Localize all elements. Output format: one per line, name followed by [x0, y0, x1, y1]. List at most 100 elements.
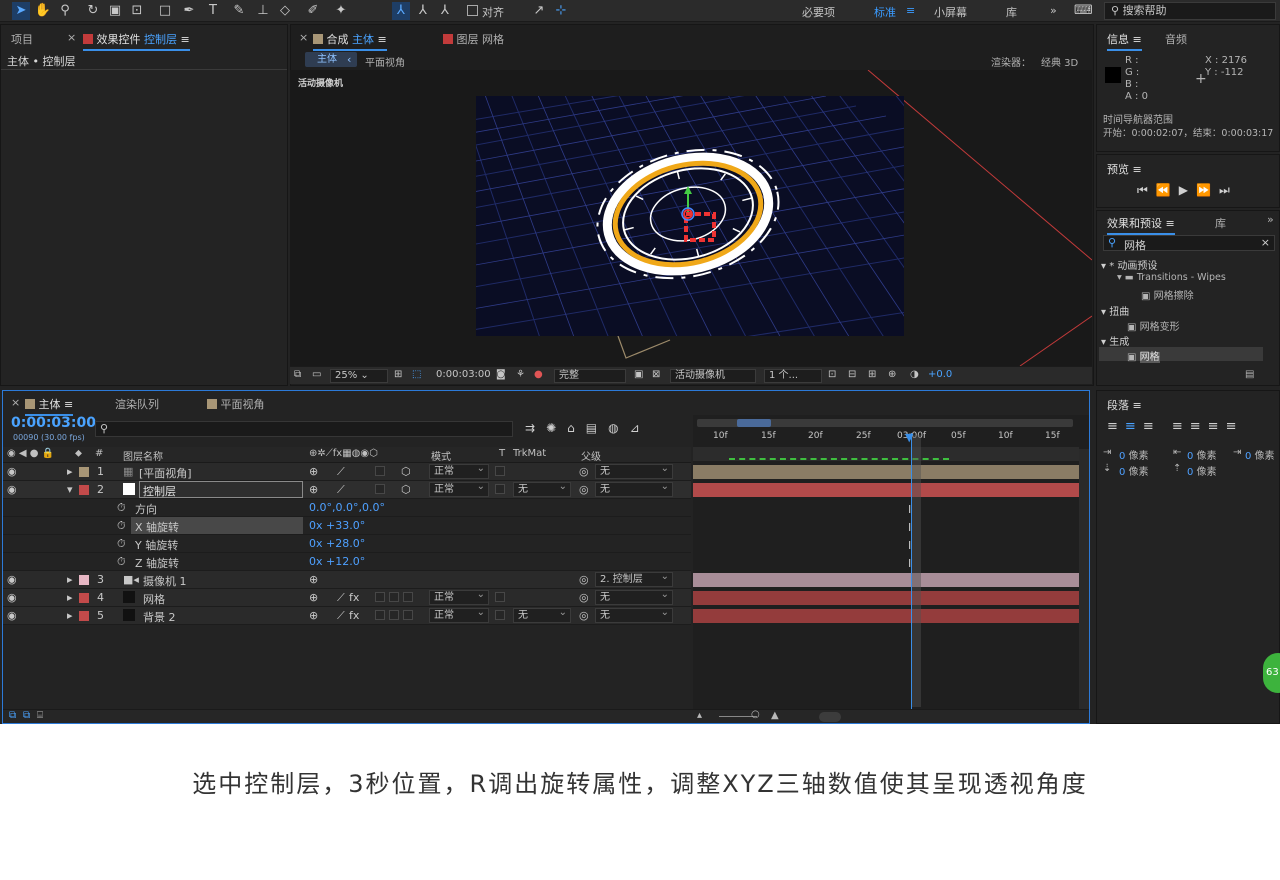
property-row[interactable]: ⏱ X 轴旋转 0x +33.0°: [3, 517, 691, 535]
eye-icon[interactable]: ◉: [7, 609, 17, 622]
tab-effects-presets[interactable]: 效果和预设 ≡: [1107, 215, 1175, 235]
show-snapshot-icon[interactable]: ⚘: [516, 369, 525, 380]
layer-bar-grid[interactable]: [693, 591, 1079, 605]
layer-bar-flat-view[interactable]: [693, 465, 1079, 479]
indent-first-value[interactable]: 0 像素: [1245, 447, 1275, 462]
label-color[interactable]: [79, 485, 89, 495]
pickwhip-icon[interactable]: ◎: [579, 465, 589, 478]
vertical-scrollbar[interactable]: [1079, 449, 1089, 709]
timeline-icon[interactable]: ⊞: [868, 369, 876, 380]
work-area-bar[interactable]: [693, 447, 1079, 461]
switch-box[interactable]: [375, 466, 385, 476]
snap-options-icon[interactable]: ↗: [530, 2, 548, 20]
clone-stamp-tool-icon[interactable]: ⊥: [254, 2, 272, 20]
tab-layer[interactable]: 图层 网格: [443, 31, 504, 47]
expand-arrow-icon[interactable]: ▸: [67, 591, 73, 604]
playhead-handle-icon[interactable]: ▼: [905, 431, 913, 444]
clear-search-icon[interactable]: ×: [1261, 236, 1270, 249]
roto-brush-tool-icon[interactable]: ✐: [304, 2, 322, 20]
tab-project[interactable]: 项目: [11, 31, 33, 47]
layer-name[interactable]: 网格: [143, 591, 165, 607]
pickwhip-icon[interactable]: ◎: [579, 591, 589, 604]
reset-exposure-icon[interactable]: ◑: [910, 369, 919, 380]
composition-viewport[interactable]: 活动摄像机: [290, 70, 1092, 366]
collapse-arrow-icon[interactable]: ▾: [67, 483, 73, 496]
tab-close-icon[interactable]: ×: [11, 396, 20, 409]
quality-switch-icon[interactable]: ⟋: [337, 483, 345, 497]
switch-box[interactable]: [375, 484, 385, 494]
time-navigator-thumb[interactable]: [737, 419, 771, 427]
layer-bar-camera[interactable]: [693, 573, 1079, 587]
monitor-icon[interactable]: ▭: [312, 369, 321, 380]
justify-left-icon[interactable]: ≡: [1172, 419, 1190, 434]
tab-preview[interactable]: 预览 ≡: [1107, 161, 1142, 177]
preserve-transparency-box[interactable]: [495, 592, 505, 602]
subtab-flat-view[interactable]: 平面视角: [365, 54, 405, 69]
hand-tool-icon[interactable]: ✋: [34, 2, 52, 20]
trkmat-dropdown[interactable]: 无: [513, 606, 571, 623]
panel-menu-icon[interactable]: ≡: [378, 33, 387, 46]
toggle-modes-icon[interactable]: ⧉: [23, 710, 30, 721]
property-value[interactable]: 0.0°,0.0°,0.0°: [309, 501, 385, 514]
mode-dropdown[interactable]: 正常: [429, 606, 489, 623]
property-value[interactable]: 0x +28.0°: [309, 537, 365, 550]
play-icon[interactable]: ▶: [1179, 183, 1196, 197]
keyframe-icon[interactable]: I: [908, 539, 911, 552]
property-row[interactable]: ⏱ Z 轴旋转 0x +12.0°: [3, 553, 691, 571]
keyframe-icon[interactable]: I: [908, 557, 911, 570]
property-value[interactable]: 0x +33.0°: [309, 519, 365, 532]
selection-tool-icon[interactable]: ➤: [12, 2, 30, 20]
label-color[interactable]: [79, 575, 89, 585]
view-layout-dropdown[interactable]: 1 个...: [764, 369, 822, 383]
tab-close-icon[interactable]: ×: [299, 31, 308, 44]
tree-item-grid-selected[interactable]: [1099, 347, 1263, 361]
3d-gizmo[interactable]: [681, 186, 716, 242]
panel-menu-icon[interactable]: ≡: [64, 398, 73, 411]
tab-library[interactable]: 库: [1215, 215, 1226, 231]
shy-switch-icon[interactable]: ⊕: [309, 465, 318, 478]
layer-row[interactable]: ◉ ▸ 4 网格 ⊕ ⟋ fx 正常 ◎ 无: [3, 588, 691, 607]
more-panels-icon[interactable]: »: [1267, 213, 1274, 226]
comp-render-frame[interactable]: [476, 96, 904, 336]
roi-icon[interactable]: ▣: [634, 369, 643, 380]
snap-checkbox[interactable]: [467, 5, 478, 16]
tree-item-generate[interactable]: ▾ 生成: [1101, 333, 1129, 348]
3d-layer-icon[interactable]: ⬡: [401, 465, 411, 478]
shy-switch-icon[interactable]: ⊕: [309, 609, 318, 622]
tab-composition[interactable]: 合成 主体 ≡: [313, 31, 387, 51]
comp-mini-flowchart-icon[interactable]: ⇉: [525, 421, 546, 435]
layer-row-selected[interactable]: ◉ ▾ 2 控制层 ⊕ ⟋ ⬡ 正常 无 ◎ 无: [3, 480, 691, 499]
label-color[interactable]: [79, 611, 89, 621]
tab-flat-view[interactable]: 平面视角: [207, 396, 265, 412]
workspace-small-screen[interactable]: 小屏幕: [934, 4, 967, 20]
fit-icon[interactable]: ⊞: [394, 369, 402, 380]
switch-box[interactable]: [403, 610, 413, 620]
space-after-value[interactable]: 0 像素: [1187, 463, 1217, 478]
tab-effect-controls[interactable]: 效果控件 控制层 ≡: [83, 31, 190, 51]
region-icon[interactable]: ⬚: [412, 369, 421, 380]
pickwhip-icon[interactable]: ◎: [579, 573, 589, 586]
view-axis-icon[interactable]: ⅄: [436, 2, 454, 20]
tab-info[interactable]: 信息 ≡: [1107, 31, 1142, 51]
toggle-in-out-icon[interactable]: ⌸: [37, 710, 43, 721]
workspace-library[interactable]: 库: [1006, 4, 1017, 20]
quality-switch-icon[interactable]: ⟋: [337, 465, 345, 479]
expand-arrow-icon[interactable]: ▸: [67, 465, 73, 478]
toggle-switches-icon[interactable]: ⧉: [9, 710, 16, 721]
more-workspaces-icon[interactable]: »: [1050, 4, 1057, 17]
expand-arrow-icon[interactable]: ▸: [67, 573, 73, 586]
fx-switch-icon[interactable]: fx: [349, 591, 359, 604]
layer-name[interactable]: 背景 2: [143, 609, 176, 625]
switch-box[interactable]: [403, 592, 413, 602]
switch-box[interactable]: [375, 610, 385, 620]
timeline-search-input[interactable]: ⚲: [95, 421, 513, 437]
switch-box[interactable]: [389, 592, 399, 602]
stopwatch-icon[interactable]: ⏱: [117, 519, 126, 533]
motion-blur-icon[interactable]: ◍: [608, 421, 629, 435]
tab-paragraph[interactable]: 段落 ≡: [1107, 397, 1142, 413]
next-frame-icon[interactable]: ⏩: [1196, 183, 1219, 197]
tree-item-distort[interactable]: ▾ 扭曲: [1101, 303, 1129, 318]
tree-item-grid-wipe[interactable]: ▣ 网格擦除: [1141, 287, 1194, 302]
draft-3d-icon[interactable]: ✺: [546, 421, 567, 435]
text-tool-icon[interactable]: T: [204, 2, 222, 20]
